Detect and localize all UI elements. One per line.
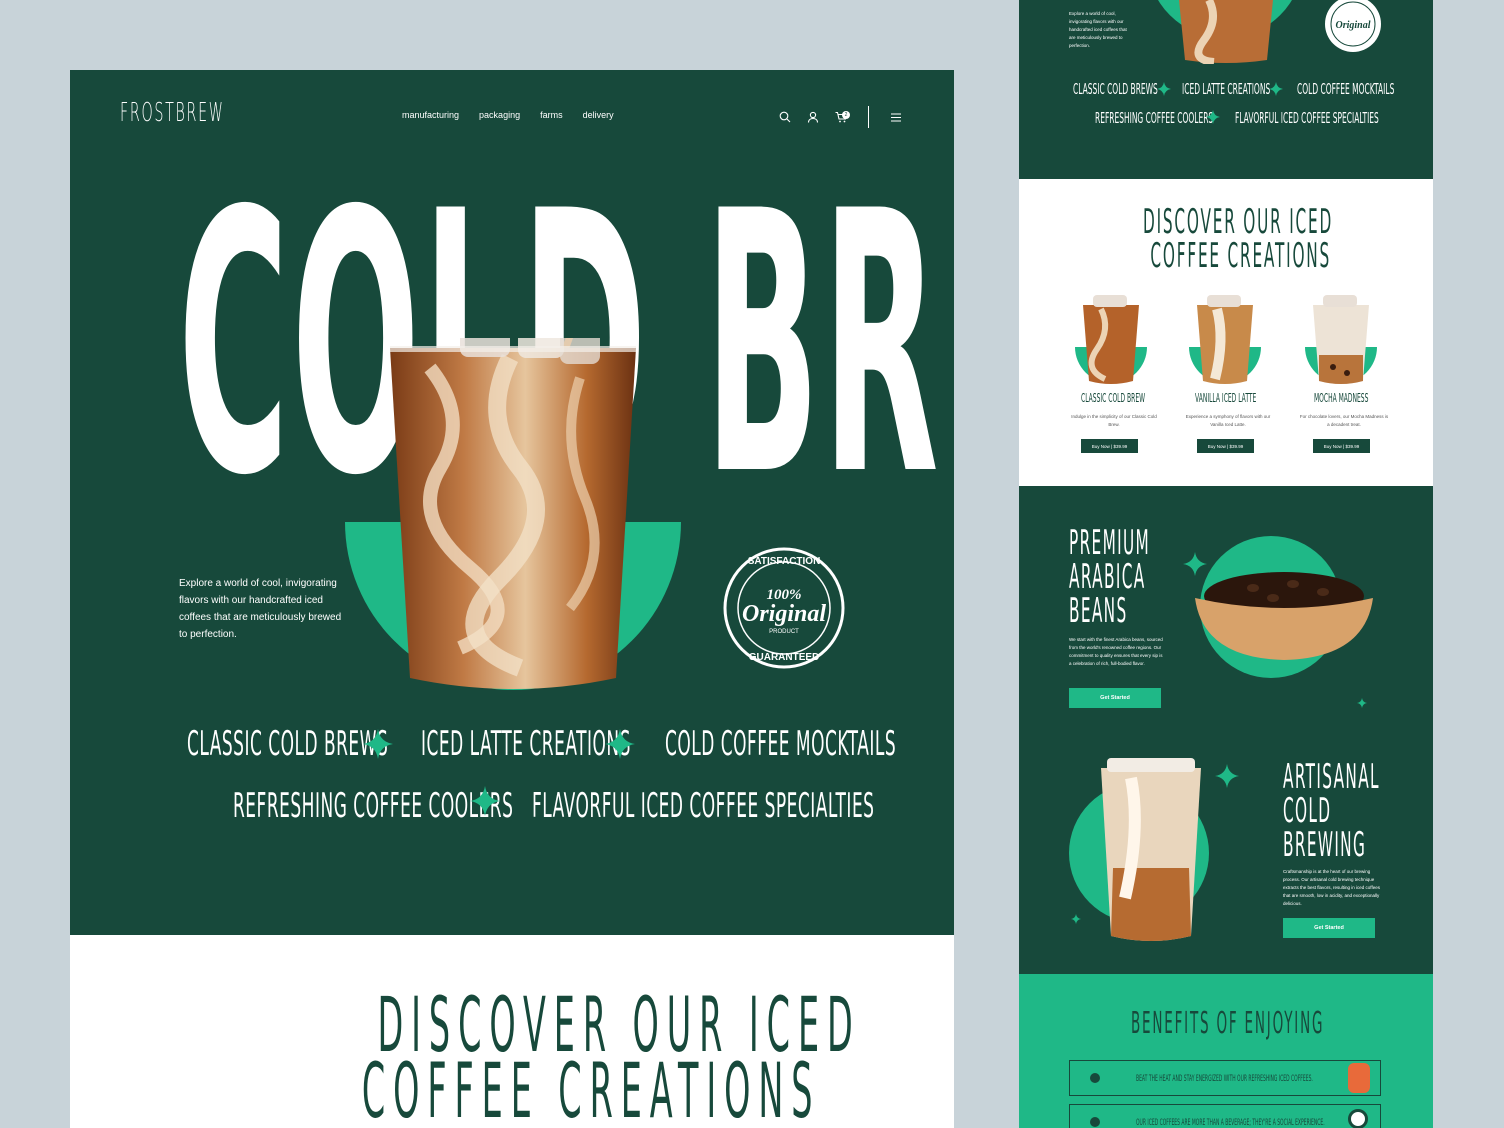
menu-icon[interactable] (889, 110, 903, 124)
discover-line-1: DISCOVER OUR ICED (1143, 202, 1334, 242)
buy-now-button[interactable]: Buy Now | $39.99 (1197, 439, 1254, 453)
product-card: MOCHA MADNESS For chocolate lovers, our … (1299, 295, 1389, 455)
buy-now-button[interactable]: Buy Now | $39.99 (1313, 439, 1370, 453)
preview-products-section: DISCOVER OUR ICED COFFEE CREATIONS CLASS… (1019, 179, 1433, 486)
get-started-button[interactable]: Get Started (1283, 918, 1375, 938)
hero-description: Explore a world of cool, invigorating fl… (179, 578, 342, 640)
check-icon (1090, 1073, 1100, 1083)
premium-title-line: PREMIUM (1069, 523, 1151, 563)
stamp-bottom-text: GUARANTEED (749, 652, 820, 663)
iced-coffee-image (1083, 295, 1139, 384)
discover-heading: DISCOVER OUR ICED COFFEE CREATIONS (70, 987, 954, 1128)
iced-latte-image (1101, 758, 1201, 941)
get-started-button[interactable]: Get Started (1069, 688, 1161, 708)
main-nav: manufacturing packaging farms delivery (402, 110, 614, 120)
artisanal-title-line: COLD (1283, 791, 1332, 831)
stamp-product: PRODUCT (769, 629, 799, 635)
iced-coffee-image (1197, 295, 1253, 384)
category-flavorful-iced-coffee-specialties[interactable]: FLAVORFUL ICED COFFEE SPECIALTIES (1235, 109, 1379, 127)
sparkle-icon (1215, 764, 1239, 788)
nav-item-manufacturing[interactable]: manufacturing (402, 110, 459, 120)
sparkle-icon (1157, 82, 1171, 96)
stamp-top-text: SATISFACTION (748, 556, 821, 567)
stamp-original: Original (742, 601, 826, 627)
benefit-text: BEAT THE HEAT AND STAY ENERGIZED WITH OU… (1136, 1074, 1313, 1084)
nav-item-farms[interactable]: farms (540, 110, 563, 120)
sparkle-icon (1206, 110, 1220, 124)
preview-intro-text: Explore a world of cool, invigorating fl… (1069, 11, 1127, 48)
nav-item-delivery[interactable]: delivery (583, 110, 614, 120)
header-divider (868, 106, 869, 128)
sparkle-icon (470, 786, 500, 816)
product-card: CLASSIC COLD BREW Indulge in the simplic… (1069, 295, 1159, 455)
benefits-title: BENEFITS OF ENJOYING (1131, 1006, 1325, 1041)
brand-logo[interactable]: FROSTBREW (120, 98, 225, 128)
benefit-item: OUR ICED COFFEES ARE MORE THAN A BEVERAG… (1069, 1104, 1381, 1128)
preview-features-section: PREMIUM ARABICA BEANS We start with the … (1019, 486, 1433, 974)
discover-line-2: COFFEE CREATIONS (1150, 236, 1332, 276)
preview-benefits-section: BENEFITS OF ENJOYING BEAT THE HEAT AND S… (1019, 974, 1433, 1128)
cart-icon[interactable]: 2 (834, 110, 850, 124)
hero-section: FROSTBREW manufacturing packaging farms … (70, 70, 954, 935)
category-classic-cold-brews[interactable]: CLASSIC COLD BREWS (187, 726, 388, 762)
landing-page-main: FROSTBREW manufacturing packaging farms … (70, 70, 954, 1128)
category-iced-latte-creations[interactable]: ICED LATTE CREATIONS (1182, 80, 1270, 98)
product-title: MOCHA MADNESS (1314, 391, 1369, 405)
search-icon[interactable] (778, 110, 792, 124)
iced-coffee-image (1313, 295, 1369, 384)
premium-text: We start with the finest Arabica beans, … (1069, 637, 1163, 666)
coffee-beans-bowl-image (1195, 572, 1373, 660)
premium-title-line: ARABICA (1069, 557, 1146, 597)
artisanal-title-line: ARTISANAL (1283, 757, 1380, 797)
product-description: For chocolate lovers, our Mocha Madness … (1299, 414, 1389, 427)
check-icon (1090, 1117, 1100, 1127)
cart-count-badge: 2 (842, 111, 850, 119)
artisanal-text: Craftsmanship is at the heart of our bre… (1283, 869, 1380, 906)
social-cup-icon (1348, 1109, 1368, 1128)
product-title: CLASSIC COLD BREW (1081, 391, 1146, 405)
premium-title-line: BEANS (1069, 591, 1128, 631)
category-cold-coffee-mocktails[interactable]: COLD COFFEE MOCKTAILS (1297, 80, 1394, 98)
product-description: Experience a symphony of flavors with ou… (1185, 414, 1271, 427)
header-actions: 2 (778, 106, 903, 128)
product-description: Indulge in the simplicity of our Classic… (1071, 414, 1157, 427)
premium-title: PREMIUM ARABICA BEANS (1069, 526, 1150, 628)
sparkle-icon (605, 729, 635, 759)
artisanal-title: ARTISANAL COLD BREWING (1283, 760, 1380, 862)
benefit-text: OUR ICED COFFEES ARE MORE THAN A BEVERAG… (1136, 1118, 1325, 1128)
buy-now-button[interactable]: Buy Now | $39.99 (1081, 439, 1138, 453)
stamp-original: Original (1335, 20, 1370, 31)
iced-coffee-image (1179, 0, 1273, 64)
product-card: VANILLA ICED LATTE Experience a symphony… (1183, 295, 1273, 455)
preview-discover-heading: DISCOVER OUR ICED COFFEE CREATIONS (1143, 205, 1333, 273)
user-icon[interactable] (806, 110, 820, 124)
benefit-item: BEAT THE HEAT AND STAY ENERGIZED WITH OU… (1069, 1060, 1381, 1096)
iced-coffee-image (390, 338, 636, 689)
energy-drink-icon (1348, 1063, 1370, 1093)
satisfaction-stamp: SATISFACTION 100% Original PRODUCT GUARA… (723, 547, 845, 669)
category-classic-cold-brews[interactable]: CLASSIC COLD BREWS (1073, 80, 1158, 98)
artisanal-title-line: BREWING (1283, 825, 1367, 865)
product-title: VANILLA ICED LATTE (1195, 391, 1257, 405)
satisfaction-stamp: Original (1325, 0, 1381, 52)
sparkle-icon (1357, 698, 1367, 708)
sparkle-icon (363, 729, 393, 759)
sparkle-icon (1269, 82, 1283, 96)
discover-line-2: COFFEE CREATIONS (361, 1046, 821, 1128)
landing-page-preview: Explore a world of cool, invigorating fl… (1019, 0, 1433, 1128)
nav-item-packaging[interactable]: packaging (479, 110, 520, 120)
category-refreshing-coffee-coolers[interactable]: REFRESHING COFFEE COOLERS (1095, 109, 1213, 127)
sparkle-icon (1071, 914, 1081, 924)
category-flavorful-iced-coffee-specialties[interactable]: FLAVORFUL ICED COFFEE SPECIALTIES (532, 788, 874, 824)
preview-hero-bottom: Explore a world of cool, invigorating fl… (1019, 0, 1433, 179)
category-iced-latte-creations[interactable]: ICED LATTE CREATIONS (421, 726, 631, 762)
category-cold-coffee-mocktails[interactable]: COLD COFFEE MOCKTAILS (665, 726, 896, 762)
